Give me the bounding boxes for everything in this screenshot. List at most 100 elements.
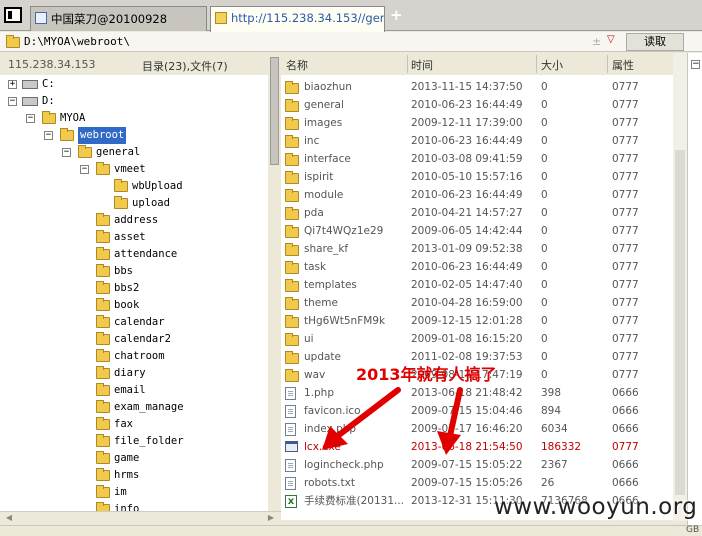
side-panel <box>687 53 702 536</box>
column-size[interactable]: 大小 <box>541 57 563 73</box>
expand-toggle-icon[interactable]: − <box>8 97 17 106</box>
folder-icon <box>96 502 110 511</box>
file-row[interactable]: ispirit 2010-05-10 15:57:16 0 0777 <box>281 168 673 186</box>
expand-toggle-icon[interactable]: − <box>44 131 53 140</box>
folder-icon <box>114 196 128 209</box>
read-button[interactable]: 读取 <box>626 33 684 51</box>
file-name: general <box>304 99 344 111</box>
side-expand-button[interactable]: − <box>691 60 700 69</box>
file-row[interactable]: tHg6Wt5nFM9k 2009-12-15 12:01:28 0 0777 <box>281 312 673 330</box>
file-row[interactable]: interface 2010-03-08 09:41:59 0 0777 <box>281 150 673 168</box>
expand-toggle-icon[interactable]: − <box>80 165 89 174</box>
file-name: index.php <box>304 423 357 435</box>
column-time[interactable]: 时间 <box>411 57 433 73</box>
expand-toggle-icon[interactable]: − <box>26 114 35 123</box>
tree-item-label: game <box>114 452 140 464</box>
tab-caidao-home[interactable]: 中国菜刀@20100928 <box>30 6 207 31</box>
file-row[interactable]: 1.php 2013-06-18 21:48:42 398 0666 <box>281 384 673 402</box>
scroll-right-icon[interactable]: ▶ <box>265 513 277 523</box>
file-size: 0 <box>541 351 548 363</box>
file-row[interactable]: robots.txt 2009-07-15 15:05:26 26 0666 <box>281 474 673 492</box>
column-attr[interactable]: 属性 <box>612 57 634 73</box>
file-attr: 0777 <box>612 99 639 111</box>
file-name: biaozhun <box>304 81 352 93</box>
folder-icon <box>285 315 299 328</box>
column-name[interactable]: 名称 <box>286 57 308 73</box>
drive-icon <box>22 97 38 106</box>
file-row[interactable]: biaozhun 2013-11-15 14:37:50 0 0777 <box>281 78 673 96</box>
folder-icon <box>285 99 299 112</box>
tree-horizontal-scrollbar[interactable] <box>0 511 281 525</box>
directory-tree: + C: − D: − MYOA − webroot − general − vmeet wbUploa… <box>0 75 268 511</box>
file-size: 0 <box>541 225 548 237</box>
file-row[interactable]: images 2009-12-11 17:39:00 0 0777 <box>281 114 673 132</box>
file-time: 2013-06-18 21:48:42 <box>411 387 523 399</box>
file-name: 手续费标准(20131... <box>304 495 405 507</box>
file-name: ispirit <box>304 171 334 183</box>
tree-item-label: wbUpload <box>132 180 183 192</box>
folder-icon <box>6 35 20 48</box>
watermark: www.wooyun.org <box>494 494 698 520</box>
file-row[interactable]: favicon.ico 2009-07-15 15:04:46 894 0666 <box>281 402 673 420</box>
tree-item-label: info <box>114 503 140 511</box>
file-time: 2009-07-15 15:04:46 <box>411 405 523 417</box>
file-name: Qi7t4WQz1e29 <box>304 225 384 237</box>
folder-icon <box>96 417 110 430</box>
expand-toggle-icon[interactable]: − <box>62 148 71 157</box>
file-row[interactable]: index.php 2009-07-17 16:46:20 6034 0666 <box>281 420 673 438</box>
file-attr: 0777 <box>612 441 639 453</box>
tree-item-label: upload <box>132 197 170 209</box>
file-name: ui <box>304 333 314 345</box>
tree-item-label: general <box>96 146 141 158</box>
exe-icon <box>285 441 298 452</box>
tab-remote-files[interactable]: http://115.238.34.153//gene... <box>210 6 385 32</box>
path-separator: ± <box>592 35 602 48</box>
new-tab-button[interactable]: + <box>390 8 404 23</box>
file-time: 2009-12-11 17:39:00 <box>411 117 523 129</box>
file-row[interactable]: logincheck.php 2009-07-15 15:05:22 2367 066… <box>281 456 673 474</box>
file-time: 2010-02-05 14:47:40 <box>411 279 523 291</box>
path-dropdown-button[interactable]: ▽ <box>607 34 615 45</box>
file-name: robots.txt <box>304 477 355 489</box>
expand-toggle-icon[interactable]: + <box>8 80 17 89</box>
document-icon <box>285 387 296 400</box>
file-row[interactable]: pda 2010-04-21 14:57:27 0 0777 <box>281 204 673 222</box>
file-row[interactable]: theme 2010-04-28 16:59:00 0 0777 <box>281 294 673 312</box>
scroll-left-icon[interactable]: ◀ <box>3 513 15 523</box>
file-row[interactable]: ui 2009-01-08 16:15:20 0 0777 <box>281 330 673 348</box>
file-attr: 0666 <box>612 459 639 471</box>
folder-icon <box>96 332 110 345</box>
file-attr: 0666 <box>612 477 639 489</box>
file-list-scroll-thumb[interactable] <box>675 150 685 495</box>
tree-item-label: C: <box>42 78 55 90</box>
file-attr: 0777 <box>612 225 639 237</box>
file-row[interactable]: module 2010-06-23 16:44:49 0 0777 <box>281 186 673 204</box>
document-icon <box>285 423 296 436</box>
file-attr: 0666 <box>612 423 639 435</box>
tree-item-label: hrms <box>114 469 140 481</box>
folder-icon <box>285 297 299 310</box>
status-encoding: GB <box>686 525 700 535</box>
folder-icon <box>96 434 110 447</box>
file-name: templates <box>304 279 357 291</box>
app-window-icon[interactable] <box>4 7 22 23</box>
file-row[interactable]: general 2010-06-23 16:44:49 0 0777 <box>281 96 673 114</box>
file-time: 2009-06-05 14:42:44 <box>411 225 523 237</box>
folder-icon <box>42 111 56 124</box>
file-row[interactable]: share_kf 2013-01-09 09:52:38 0 0777 <box>281 240 673 258</box>
file-attr: 0777 <box>612 171 639 183</box>
file-size: 2367 <box>541 459 568 471</box>
file-size: 0 <box>541 279 548 291</box>
path-input[interactable]: D:\MYOA\webroot\ <box>24 35 130 48</box>
file-row[interactable]: Qi7t4WQz1e29 2009-06-05 14:42:44 0 0777 <box>281 222 673 240</box>
file-row[interactable]: lcx.exe 2013-06-18 21:54:50 186332 0777 <box>281 438 673 456</box>
page-icon <box>35 12 47 24</box>
tree-item-label: bbs2 <box>114 282 140 294</box>
tree-item-label: MYOA <box>60 112 86 124</box>
file-row[interactable]: task 2010-06-23 16:44:49 0 0777 <box>281 258 673 276</box>
tree-scroll-thumb[interactable] <box>270 57 279 165</box>
file-row[interactable]: templates 2010-02-05 14:47:40 0 0777 <box>281 276 673 294</box>
file-row[interactable]: inc 2010-06-23 16:44:49 0 0777 <box>281 132 673 150</box>
file-name: tHg6Wt5nFM9k <box>304 315 386 327</box>
tree-item-label: email <box>114 384 146 396</box>
